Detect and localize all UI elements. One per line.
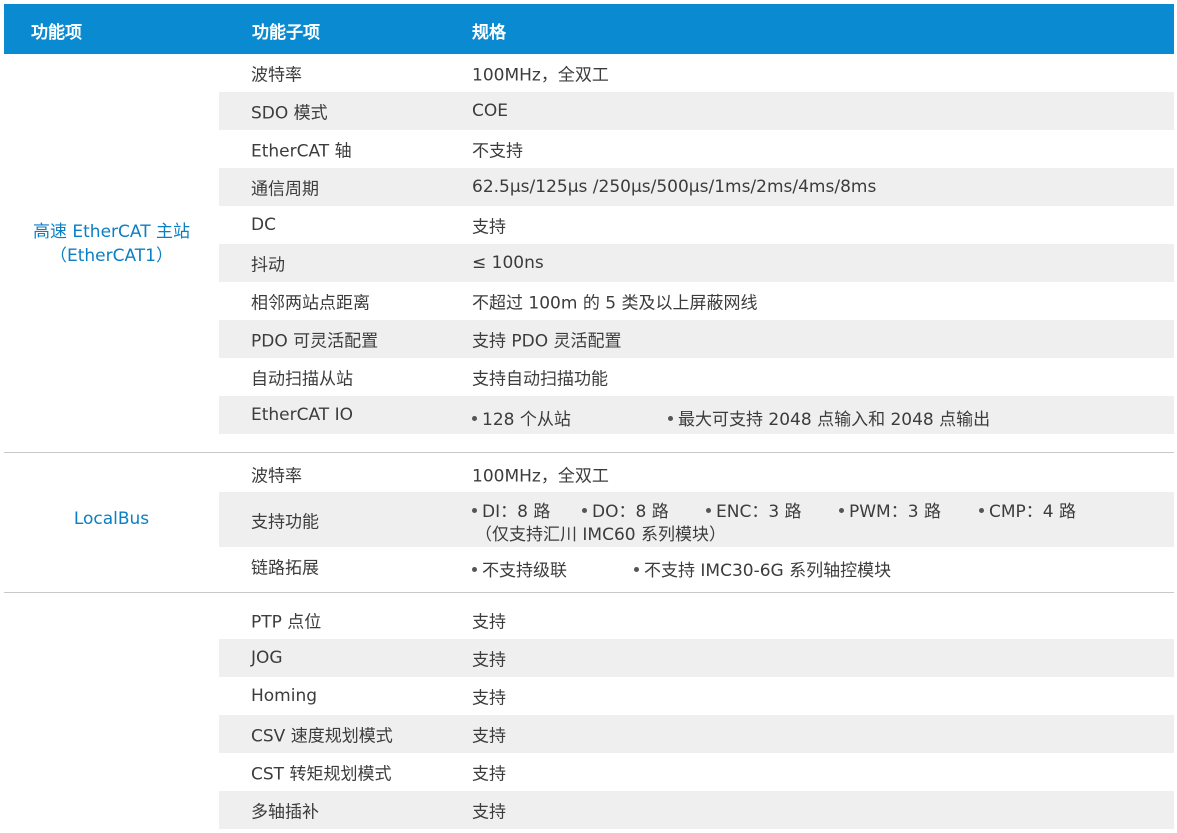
row-spec: 支持 PDO 灵活配置 [472,331,622,352]
row-spec: 支持 [472,764,506,785]
table-row: 多轴插补 支持 [219,791,1174,829]
row-subfeature: 相邻两站点距离 [251,293,370,314]
row-subfeature: Homing [251,686,318,706]
table-row: EtherCAT IO 128 个从站 最大可支持 2048 点输入和 2048… [219,396,1174,434]
row-subfeature: CST 转矩规划模式 [251,764,392,785]
group-label-line2: （EtherCAT1） [49,246,173,266]
row-subfeature: DC [251,215,276,235]
table-row: PDO 可灵活配置 支持 PDO 灵活配置 [219,320,1174,358]
header-feature: 功能项 [31,23,82,43]
row-subfeature: 通信周期 [251,179,319,200]
row-spec: COE [472,101,508,121]
bullet-item: 不支持 IMC30-6G 系列轴控模块 [634,556,891,581]
row-spec: 支持自动扫描功能 [472,369,608,390]
row-subfeature: 多轴插补 [251,802,319,823]
row-spec: 不支持 [472,141,523,162]
row-subfeature: EtherCAT IO [251,405,353,425]
row-spec: 支持 [472,612,506,633]
table-row: 波特率 100MHz，全双工 [219,54,1174,92]
row-subfeature: 波特率 [251,466,302,487]
row-note: （仅支持汇川 IMC60 系列模块） [475,525,726,545]
bullet-item: 不支持级联 [472,556,567,581]
row-subfeature: CSV 速度规划模式 [251,726,393,747]
table-row: DC 支持 [219,206,1174,244]
table-row: CST 转矩规划模式 支持 [219,753,1174,791]
row-spec: 支持 [472,217,506,238]
row-spec: 支持 [472,688,506,709]
table-row: 自动扫描从站 支持自动扫描功能 [219,358,1174,396]
row-spec: ≤ 100ns [472,253,544,273]
bullet-item: CMP：4 路 [979,497,1076,522]
bullet-item: 最大可支持 2048 点输入和 2048 点输出 [668,405,990,430]
row-spec: 支持 [472,650,506,671]
bullet-item: PWM：3 路 [839,497,941,522]
table-row: 波特率 100MHz，全双工 [219,456,1174,492]
table-row: PTP 点位 支持 [219,601,1174,639]
row-spec: 支持 [472,726,506,747]
header-subfeature: 功能子项 [252,23,320,43]
row-spec: 支持 [472,802,506,823]
table-row: 链路拓展 不支持级联 不支持 IMC30-6G 系列轴控模块 [219,547,1174,585]
row-spec: 100MHz，全双工 [472,65,609,86]
row-spec: 62.5μs/125μs /250μs/500μs/1ms/2ms/4ms/8m… [472,177,877,197]
group-label-ethercat: 高速 EtherCAT 主站 （EtherCAT1） [4,220,219,268]
group-label-line1: 高速 EtherCAT 主站 [32,222,190,242]
row-subfeature: JOG [251,648,283,668]
table-row: 支持功能 DI：8 路 DO：8 路 ENC：3 路 PWM：3 路 CMP：4… [219,492,1174,547]
row-subfeature: 自动扫描从站 [251,369,353,390]
table-row: 抖动 ≤ 100ns [219,244,1174,282]
row-subfeature: 波特率 [251,65,302,86]
table-row: 相邻两站点距离 不超过 100m 的 5 类及以上屏蔽网线 [219,282,1174,320]
header-spec: 规格 [472,23,506,43]
group-divider [4,452,1174,453]
bullet-item: ENC：3 路 [706,497,802,522]
table-row: SDO 模式 COE [219,92,1174,130]
row-subfeature: EtherCAT 轴 [251,141,352,162]
group-label-localbus: LocalBus [4,507,219,531]
row-subfeature: PTP 点位 [251,612,322,633]
row-subfeature: 支持功能 [251,512,319,532]
table-row: EtherCAT 轴 不支持 [219,130,1174,168]
table-row: 通信周期 62.5μs/125μs /250μs/500μs/1ms/2ms/4… [219,168,1174,206]
row-subfeature: 链路拓展 [251,558,319,579]
bullet-item: DO：8 路 [582,497,669,522]
row-spec: 100MHz，全双工 [472,466,609,487]
group-divider [4,592,1174,593]
table-row: CSV 速度规划模式 支持 [219,715,1174,753]
row-subfeature: PDO 可灵活配置 [251,331,379,352]
group-label-line1: LocalBus [73,509,150,529]
bullet-item: DI：8 路 [472,497,550,522]
row-spec: 不超过 100m 的 5 类及以上屏蔽网线 [472,293,758,314]
bullet-item: 128 个从站 [472,405,571,430]
table-header: 功能项 功能子项 规格 [4,4,1174,54]
table-row: Homing 支持 [219,677,1174,715]
row-subfeature: 抖动 [251,255,285,276]
table-row: JOG 支持 [219,639,1174,677]
row-subfeature: SDO 模式 [251,103,328,124]
